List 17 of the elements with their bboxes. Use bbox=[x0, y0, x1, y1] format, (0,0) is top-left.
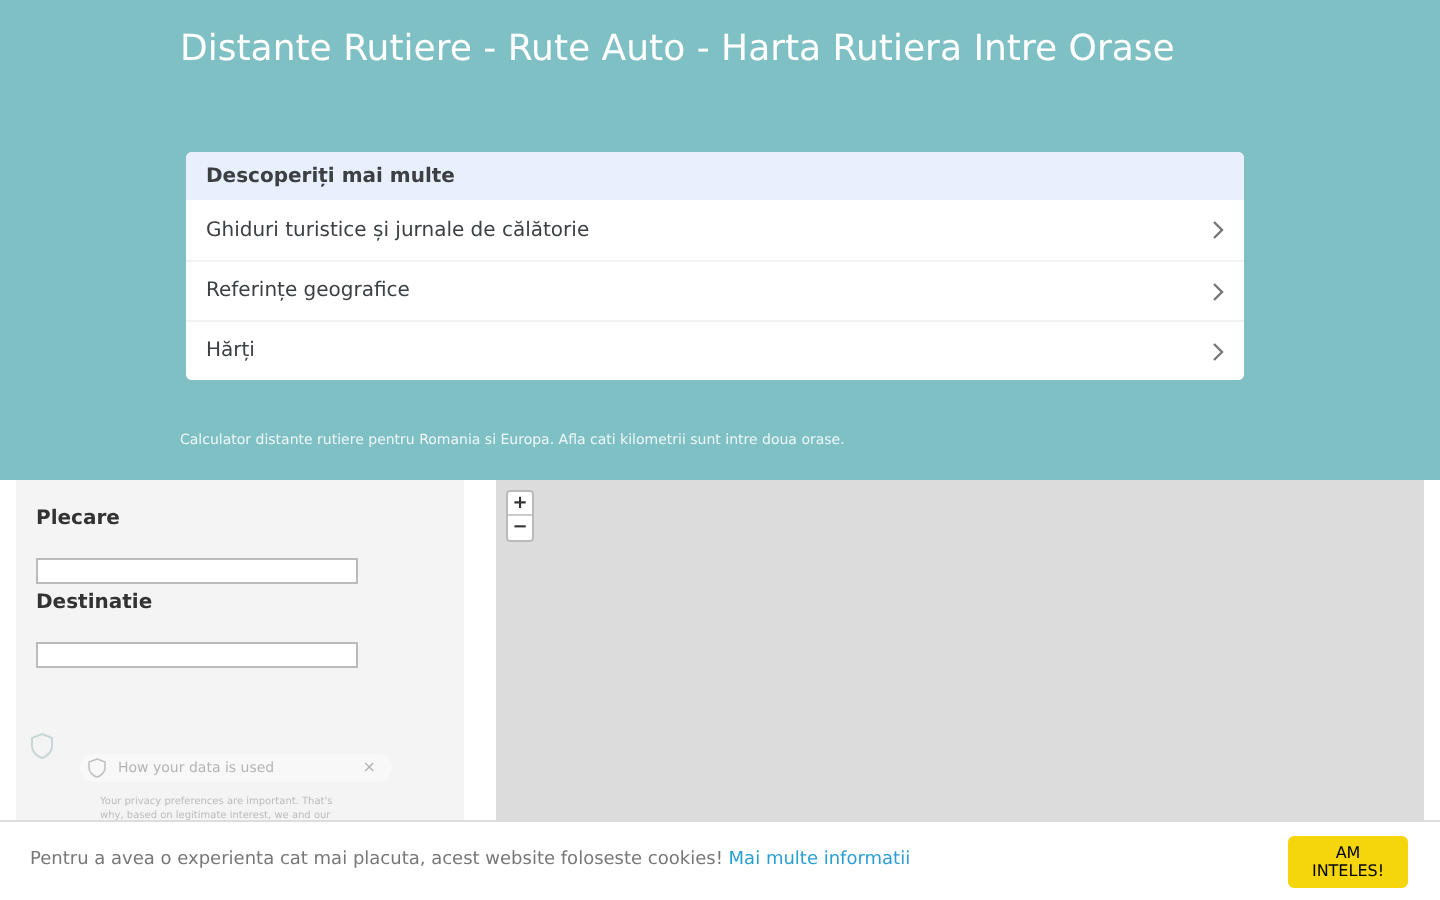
field-label: Plecare bbox=[36, 506, 122, 534]
input-field[interactable] bbox=[36, 558, 358, 584]
page-title: Distante Rutiere - Rute Auto - Harta Rutiera Intre Orase bbox=[180, 26, 1175, 74]
chevron-right-icon bbox=[1212, 220, 1224, 240]
input-field[interactable] bbox=[36, 642, 358, 668]
cookie-message: Pentru a avea o experienta cat mai placuta, acest website foloseste cookies! Mai multe informatii bbox=[30, 847, 911, 874]
field-label: Destinatie bbox=[36, 590, 155, 618]
accept-button[interactable]: AM INTELES! bbox=[1288, 835, 1408, 887]
chevron-right-icon bbox=[1212, 341, 1224, 361]
discover-link[interactable]: Hărți bbox=[186, 320, 1244, 380]
zoom-in-button[interactable]: + bbox=[508, 492, 532, 516]
zoom-out-button[interactable]: − bbox=[508, 516, 532, 540]
map-area[interactable]: + − bbox=[496, 480, 1424, 820]
card-heading: Descoperiți mai multe bbox=[186, 152, 1244, 200]
chevron-right-icon bbox=[1212, 281, 1224, 301]
shield-icon bbox=[88, 758, 106, 778]
shield-icon[interactable] bbox=[30, 732, 54, 760]
